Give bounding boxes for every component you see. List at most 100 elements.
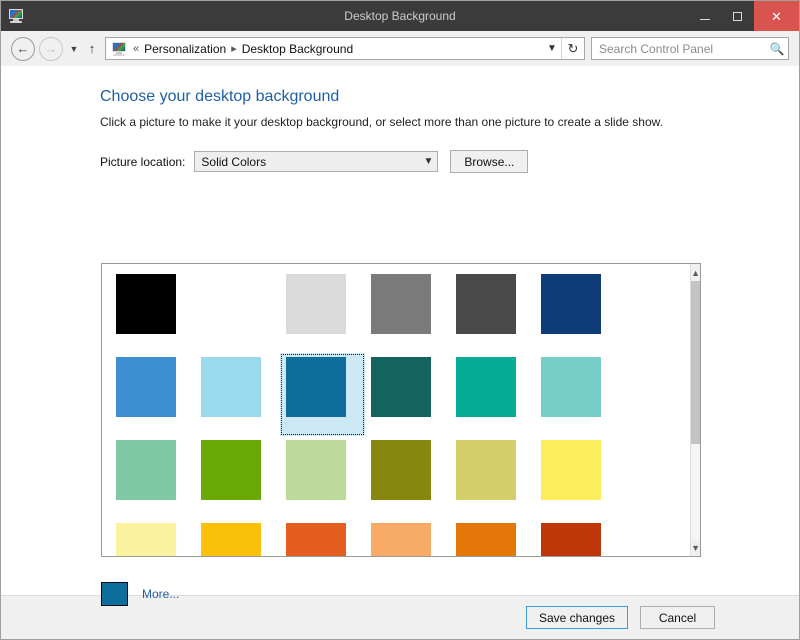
scrollbar-thumb[interactable] <box>691 281 700 444</box>
maximize-icon <box>733 11 742 21</box>
chevron-down-icon: ▼ <box>691 542 700 553</box>
navigation-toolbar: ← → ▼ ↑ « Personalization ▸ Desktop Back… <box>1 31 799 66</box>
save-changes-button[interactable]: Save changes <box>525 606 628 629</box>
swatch-cell-turquoise[interactable] <box>450 353 535 436</box>
scrollbar-track[interactable] <box>691 281 700 539</box>
swatch-dark-gray <box>456 274 516 334</box>
swatch-cell-brick-red[interactable] <box>535 519 620 556</box>
swatch-golden-yellow <box>201 523 261 556</box>
swatch-cell-pale-yellow[interactable] <box>110 519 195 556</box>
swatch-grid <box>102 264 690 556</box>
swatch-cell-grass-green[interactable] <box>195 436 280 519</box>
swatch-grass-green <box>201 440 261 500</box>
minimize-icon <box>699 18 710 20</box>
swatch-cell-orange-red[interactable] <box>280 519 365 556</box>
back-arrow-icon: ← <box>16 41 30 56</box>
picture-location-label: Picture location: <box>100 154 186 169</box>
title-bar: Desktop Background ✕ <box>1 1 799 31</box>
breadcrumb-desktop-background[interactable]: Desktop Background <box>242 42 353 56</box>
swatch-cell-deep-teal[interactable] <box>365 353 450 436</box>
personalization-monitor-icon <box>8 8 24 24</box>
maximize-button[interactable] <box>721 1 754 31</box>
swatch-medium-gray <box>371 274 431 334</box>
swatch-cell-mint-green[interactable] <box>110 436 195 519</box>
swatch-sky-blue <box>201 357 261 417</box>
swatch-deep-teal <box>371 357 431 417</box>
address-dropdown-button[interactable]: ▼ <box>543 38 561 59</box>
picture-location-row: Picture location: Solid Colors ▼ Browse.… <box>100 150 799 173</box>
swatch-orange-red <box>286 523 346 556</box>
swatch-ocean-blue <box>286 357 346 417</box>
swatch-cell-khaki[interactable] <box>450 436 535 519</box>
swatch-olive <box>371 440 431 500</box>
swatch-steel-blue <box>116 357 176 417</box>
swatch-black <box>116 274 176 334</box>
vertical-scrollbar[interactable]: ▲ ▼ <box>690 264 700 556</box>
page-description: Click a picture to make it your desktop … <box>100 115 663 129</box>
forward-arrow-icon: → <box>44 41 58 56</box>
swatch-navy-blue <box>541 274 601 334</box>
breadcrumb-personalization[interactable]: Personalization <box>144 42 226 56</box>
swatch-cell-steel-blue[interactable] <box>110 353 195 436</box>
swatch-mint-green <box>116 440 176 500</box>
browse-button[interactable]: Browse... <box>450 150 529 173</box>
swatch-cell-black[interactable] <box>110 270 195 353</box>
swatch-cell-olive[interactable] <box>365 436 450 519</box>
back-button[interactable]: ← <box>11 36 35 61</box>
search-box[interactable]: Search Control Panel 🔍 <box>591 37 789 60</box>
swatch-cell-ocean-blue[interactable] <box>280 353 365 436</box>
swatch-cell-peach[interactable] <box>365 519 450 556</box>
swatch-peach <box>371 523 431 556</box>
search-input[interactable]: Search Control Panel <box>592 42 766 56</box>
desktop-background-window: Desktop Background ✕ ← → ▼ ↑ « Personali… <box>0 0 800 640</box>
minimize-button[interactable] <box>688 1 721 31</box>
swatch-brick-red <box>541 523 601 556</box>
swatch-aqua-mint <box>541 357 601 417</box>
swatch-turquoise <box>456 357 516 417</box>
swatch-light-gray <box>286 274 346 334</box>
swatch-pale-yellow <box>116 523 176 556</box>
swatch-cell-navy-blue[interactable] <box>535 270 620 353</box>
swatch-cell-golden-yellow[interactable] <box>195 519 280 556</box>
picture-location-value: Solid Colors <box>201 154 267 169</box>
swatch-cell-sky-blue[interactable] <box>195 353 280 436</box>
address-bar[interactable]: « Personalization ▸ Desktop Background ▼… <box>105 37 585 60</box>
up-arrow-icon: ↑ <box>88 41 96 56</box>
refresh-button[interactable]: ↻ <box>561 38 584 59</box>
swatch-dark-orange <box>456 523 516 556</box>
more-link[interactable]: More... <box>142 587 179 601</box>
swatch-cell-medium-gray[interactable] <box>365 270 450 353</box>
background-picture-list-viewport <box>102 264 690 556</box>
breadcrumb-separator-icon: ▸ <box>231 43 237 55</box>
swatch-khaki <box>456 440 516 500</box>
up-button[interactable]: ↑ <box>82 37 102 61</box>
picture-location-select[interactable]: Solid Colors ▼ <box>194 151 439 172</box>
recent-locations-button[interactable]: ▼ <box>66 37 82 61</box>
main-content: Choose your desktop background Click a p… <box>1 66 799 606</box>
swatch-cell-aqua-mint[interactable] <box>535 353 620 436</box>
window-title: Desktop Background <box>344 9 456 23</box>
swatch-cell-bright-yellow[interactable] <box>535 436 620 519</box>
swatch-cell-light-gray[interactable] <box>280 270 365 353</box>
breadcrumb-overflow-icon[interactable]: « <box>133 43 139 55</box>
scroll-up-button[interactable]: ▲ <box>691 264 700 281</box>
close-button[interactable]: ✕ <box>754 1 799 31</box>
scroll-down-button[interactable]: ▼ <box>691 539 700 556</box>
page-title: Choose your desktop background <box>100 88 340 105</box>
swatch-cell-dark-orange[interactable] <box>450 519 535 556</box>
cancel-button[interactable]: Cancel <box>640 606 715 629</box>
chevron-down-icon: ▼ <box>547 43 557 54</box>
window-controls: ✕ <box>688 1 799 31</box>
swatch-white <box>201 274 261 334</box>
swatch-cell-dark-gray[interactable] <box>450 270 535 353</box>
address-personalization-icon <box>111 41 127 57</box>
more-colors-row: More... <box>101 582 179 606</box>
chevron-down-icon: ▼ <box>69 43 79 54</box>
background-picture-list[interactable]: ▲ ▼ <box>101 263 701 557</box>
swatch-cell-white[interactable] <box>195 270 280 353</box>
current-color-swatch[interactable] <box>101 582 128 606</box>
search-icon: 🔍 <box>769 41 785 56</box>
chevron-down-icon: ▼ <box>423 156 434 167</box>
forward-button[interactable]: → <box>39 36 63 61</box>
swatch-cell-pale-green[interactable] <box>280 436 365 519</box>
